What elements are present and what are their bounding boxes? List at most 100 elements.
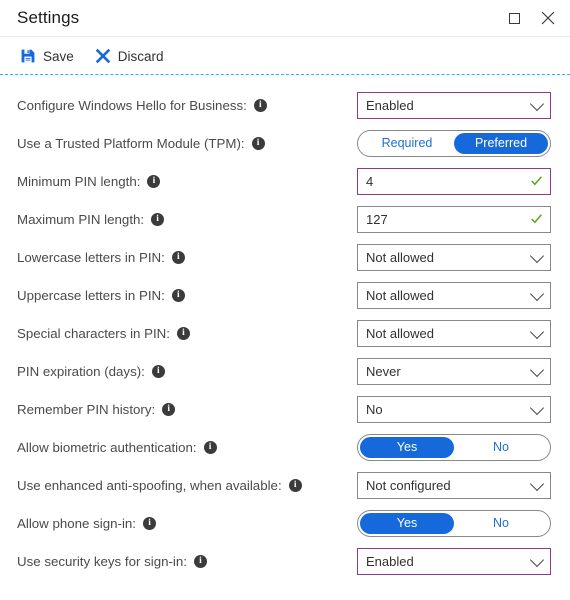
- setting-control: Never: [357, 357, 551, 385]
- setting-label-text: Minimum PIN length:: [17, 173, 141, 189]
- info-icon[interactable]: i: [288, 478, 302, 492]
- dropdown[interactable]: Not configured: [357, 471, 551, 499]
- dropdown[interactable]: Enabled: [357, 91, 551, 119]
- chevron-down-icon: [529, 476, 545, 492]
- command-bar: Save Discard: [0, 37, 570, 75]
- info-icon[interactable]: i: [143, 516, 157, 530]
- setting-label-text: Allow phone sign-in:: [17, 515, 137, 531]
- setting-label: PIN expiration (days): i: [17, 364, 165, 379]
- setting-row: Use a Trusted Platform Module (TPM): i Req…: [0, 124, 570, 162]
- toggle-switch[interactable]: Yes No: [357, 433, 551, 461]
- setting-label: Allow phone sign-in: i: [17, 515, 157, 531]
- setting-control: Enabled: [357, 91, 551, 119]
- toggle-option[interactable]: Preferred: [454, 132, 548, 154]
- setting-control: 127: [357, 205, 551, 233]
- setting-control: Not configured: [357, 471, 551, 499]
- info-icon[interactable]: i: [193, 554, 207, 568]
- dropdown-value: Enabled: [366, 553, 414, 569]
- setting-label-text: Uppercase letters in PIN:: [17, 287, 165, 303]
- dropdown[interactable]: Enabled: [357, 547, 551, 575]
- dropdown-value: Not allowed: [366, 287, 434, 303]
- toggle-option[interactable]: No: [454, 437, 548, 458]
- setting-control: Yes No: [357, 509, 551, 537]
- setting-label: Uppercase letters in PIN: i: [17, 288, 185, 303]
- close-button[interactable]: [534, 4, 562, 32]
- setting-label: Maximum PIN length: i: [17, 212, 165, 227]
- valid-check-icon: [531, 214, 542, 224]
- settings-list: Configure Windows Hello for Business: i En…: [0, 75, 570, 580]
- setting-label: Minimum PIN length: i: [17, 173, 161, 189]
- info-icon[interactable]: i: [203, 440, 217, 454]
- page-title: Settings: [17, 8, 80, 27]
- text-input[interactable]: 127: [357, 205, 551, 233]
- discard-button[interactable]: Discard: [89, 43, 173, 69]
- setting-label-text: Use security keys for sign-in:: [17, 553, 187, 569]
- info-icon[interactable]: i: [171, 250, 185, 264]
- info-icon[interactable]: i: [253, 98, 267, 112]
- setting-row: Remember PIN history: i No: [0, 390, 570, 428]
- setting-row: Maximum PIN length: i 127: [0, 200, 570, 238]
- setting-row: Allow biometric authentication: i Yes No: [0, 428, 570, 466]
- setting-label-text: Lowercase letters in PIN:: [17, 249, 165, 265]
- info-icon[interactable]: i: [162, 402, 176, 416]
- save-button[interactable]: Save: [14, 43, 83, 69]
- chevron-down-icon: [529, 324, 545, 340]
- info-icon[interactable]: i: [151, 212, 165, 226]
- setting-control: Not allowed: [357, 281, 551, 309]
- dropdown[interactable]: Not allowed: [357, 243, 551, 271]
- setting-control: Yes No: [357, 433, 551, 461]
- toggle-switch[interactable]: Required Preferred: [357, 129, 551, 157]
- setting-label: Configure Windows Hello for Business: i: [17, 98, 267, 113]
- setting-control: Not allowed: [357, 319, 551, 347]
- setting-label: Special characters in PIN: i: [17, 326, 190, 341]
- dropdown-value: Not allowed: [366, 325, 434, 341]
- dropdown[interactable]: Not allowed: [357, 319, 551, 347]
- chevron-down-icon: [529, 248, 545, 264]
- maximize-button[interactable]: [500, 4, 528, 32]
- toggle-option[interactable]: Required: [360, 133, 454, 154]
- setting-label: Remember PIN history: i: [17, 402, 176, 417]
- toggle-option[interactable]: Yes: [360, 436, 454, 458]
- toggle-switch[interactable]: Yes No: [357, 509, 551, 537]
- setting-label: Use a Trusted Platform Module (TPM): i: [17, 136, 265, 151]
- dropdown-value: Enabled: [366, 97, 414, 113]
- dropdown[interactable]: Not allowed: [357, 281, 551, 309]
- dropdown-value: Never: [366, 363, 401, 379]
- setting-control: Required Preferred: [357, 129, 551, 157]
- text-input-value: 127: [366, 211, 388, 227]
- info-icon[interactable]: i: [147, 174, 161, 188]
- dropdown[interactable]: No: [357, 395, 551, 423]
- dropdown[interactable]: Never: [357, 357, 551, 385]
- setting-control: Enabled: [357, 547, 551, 575]
- setting-control: No: [357, 395, 551, 423]
- setting-label-text: Use enhanced anti-spoofing, when availab…: [17, 477, 282, 493]
- window-controls: [500, 0, 562, 36]
- setting-row: Special characters in PIN: i Not allowed: [0, 314, 570, 352]
- setting-row: Uppercase letters in PIN: i Not allowed: [0, 276, 570, 314]
- setting-row: Use enhanced anti-spoofing, when availab…: [0, 466, 570, 504]
- text-input-value: 4: [366, 173, 374, 189]
- discard-icon: [95, 48, 111, 64]
- setting-label: Use security keys for sign-in: i: [17, 554, 207, 569]
- setting-row: Lowercase letters in PIN: i Not allowed: [0, 238, 570, 276]
- setting-label-text: Allow biometric authentication:: [17, 439, 197, 455]
- setting-label-text: Special characters in PIN:: [17, 325, 170, 341]
- discard-label: Discard: [117, 48, 164, 64]
- chevron-down-icon: [529, 552, 545, 568]
- valid-check-icon: [531, 176, 542, 186]
- toggle-option[interactable]: No: [454, 513, 548, 534]
- setting-label-text: Configure Windows Hello for Business:: [17, 97, 247, 113]
- chevron-down-icon: [529, 362, 545, 378]
- toggle-option[interactable]: Yes: [360, 512, 454, 534]
- save-label: Save: [43, 48, 74, 64]
- maximize-icon: [508, 12, 520, 24]
- setting-control: Not allowed: [357, 243, 551, 271]
- setting-label: Lowercase letters in PIN: i: [17, 250, 185, 265]
- dropdown-value: No: [366, 401, 383, 417]
- text-input[interactable]: 4: [357, 167, 551, 195]
- info-icon[interactable]: i: [251, 136, 265, 150]
- info-icon[interactable]: i: [176, 326, 190, 340]
- info-icon[interactable]: i: [151, 364, 165, 378]
- info-icon[interactable]: i: [171, 288, 185, 302]
- setting-label: Use enhanced anti-spoofing, when availab…: [17, 478, 302, 493]
